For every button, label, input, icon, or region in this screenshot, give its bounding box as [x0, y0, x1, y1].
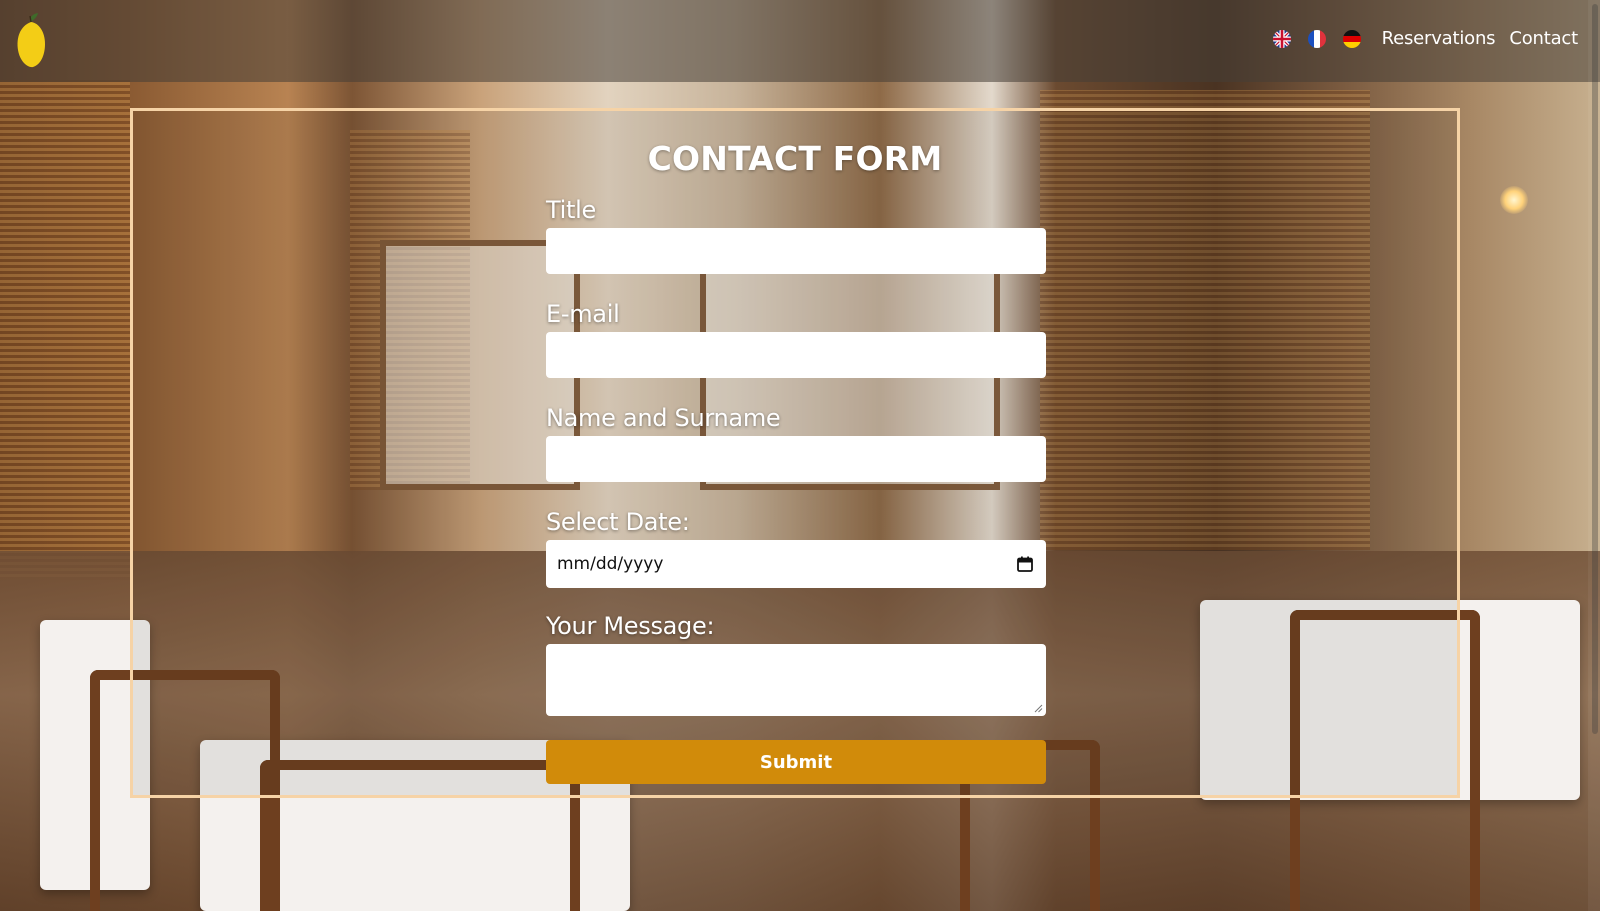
message-textarea[interactable]	[546, 644, 1046, 716]
resize-handle-icon[interactable]	[1034, 704, 1043, 713]
date-input[interactable]: mm/dd/yyyy	[546, 540, 1046, 588]
date-label: Select Date:	[546, 508, 690, 536]
contact-form-title: CONTACT FORM	[647, 139, 943, 178]
uk-flag-icon[interactable]	[1272, 29, 1291, 48]
lemon-logo-icon[interactable]	[14, 12, 48, 70]
germany-flag-icon[interactable]	[1342, 29, 1361, 48]
message-label: Your Message:	[546, 612, 715, 640]
name-label: Name and Surname	[546, 404, 781, 432]
nav-link-contact[interactable]: Contact	[1509, 28, 1578, 49]
page-scrollbar[interactable]	[1588, 0, 1600, 911]
date-placeholder: mm/dd/yyyy	[557, 554, 664, 574]
title-label: Title	[546, 196, 596, 224]
name-surname-input[interactable]	[546, 436, 1046, 482]
background-wall-lamp	[1500, 186, 1528, 214]
email-label: E-mail	[546, 300, 620, 328]
contact-form: Title E-mail Name and Surname Select Dat…	[546, 196, 1046, 784]
submit-button[interactable]: Submit	[546, 740, 1046, 784]
top-navigation-bar: Reservations Contact	[0, 0, 1600, 82]
title-input[interactable]	[546, 228, 1046, 274]
france-flag-icon[interactable]	[1307, 29, 1326, 48]
nav-menu: Reservations Contact	[1272, 28, 1578, 49]
calendar-icon[interactable]	[1016, 555, 1034, 573]
nav-link-reservations[interactable]: Reservations	[1382, 28, 1496, 49]
email-input[interactable]	[546, 332, 1046, 378]
background-blind-left	[0, 80, 130, 580]
scrollbar-thumb[interactable]	[1592, 4, 1598, 734]
